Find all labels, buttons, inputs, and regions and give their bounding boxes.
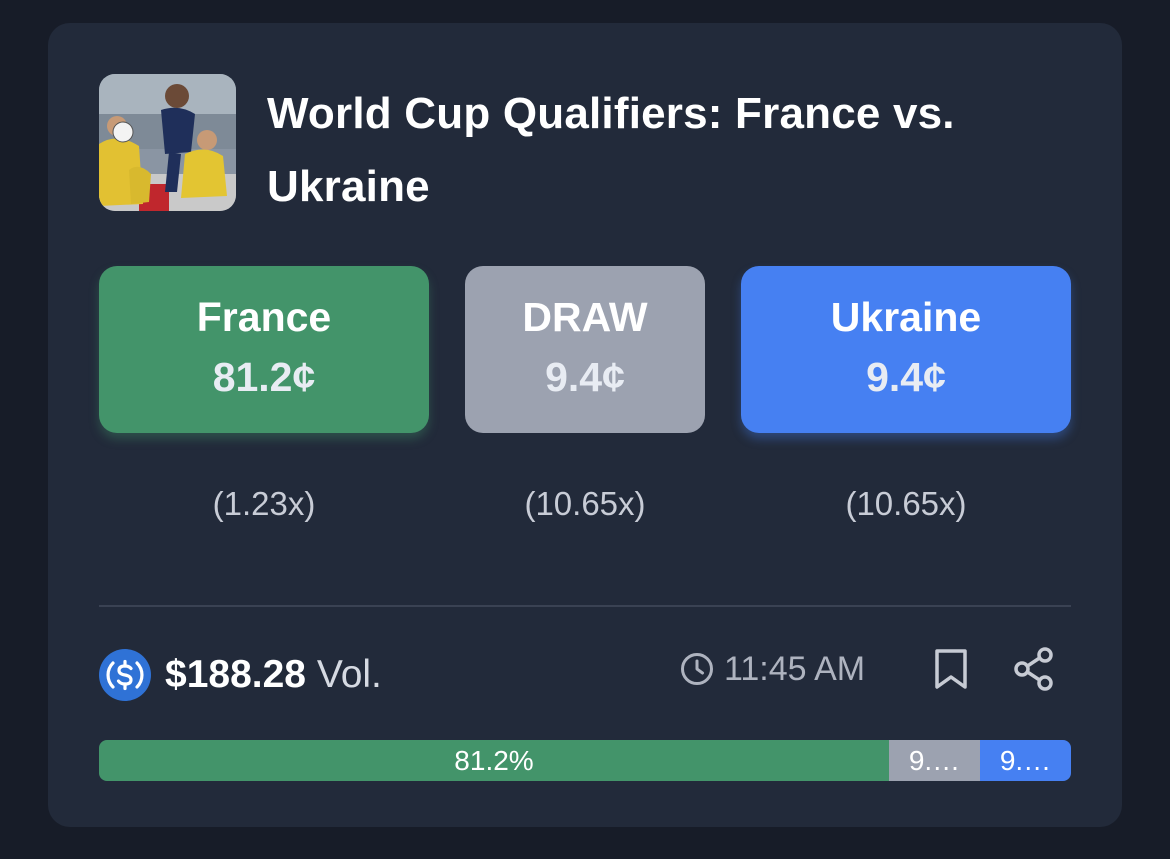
outcome-button-draw[interactable]: DRAW 9.4¢ xyxy=(465,266,705,433)
usdc-icon xyxy=(99,649,151,701)
multiplier-ukraine: (10.65x) xyxy=(845,485,967,522)
market-card[interactable]: World Cup Qualifiers: France vs. Ukraine… xyxy=(48,23,1122,827)
bookmark-icon[interactable] xyxy=(927,645,975,693)
clock-icon xyxy=(681,653,713,685)
market-title[interactable]: World Cup Qualifiers: France vs. Ukraine xyxy=(267,77,1077,223)
multiplier-france: (1.23x) xyxy=(212,485,316,522)
volume: $188.28 Vol. xyxy=(165,651,382,699)
outcome-button-ukraine[interactable]: Ukraine 9.4¢ xyxy=(741,266,1071,433)
share-icon[interactable] xyxy=(1011,645,1059,693)
outcome-price: 81.2¢ xyxy=(212,354,316,400)
probability-segment-draw: 9.… xyxy=(889,740,980,781)
outcome-price: 9.4¢ xyxy=(866,354,946,400)
time-text: 11:45 AM xyxy=(724,650,866,688)
outcome-name: Ukraine xyxy=(830,294,982,340)
probability-segment-ukraine: 9.… xyxy=(980,740,1071,781)
outcome-button-france[interactable]: France 81.2¢ xyxy=(99,266,429,433)
probability-segment-france: 81.2% xyxy=(99,740,889,781)
multiplier-draw: (10.65x) xyxy=(524,485,646,522)
close-time: 11:45 AM xyxy=(680,647,865,691)
probability-bar: 81.2% 9.… 9.… xyxy=(99,740,1071,781)
outcome-name: DRAW xyxy=(522,294,648,340)
outcome-price: 9.4¢ xyxy=(545,354,625,400)
divider xyxy=(99,605,1071,607)
volume-label: Vol. xyxy=(316,653,382,696)
outcome-name: France xyxy=(196,294,332,340)
match-thumbnail xyxy=(99,74,236,211)
volume-amount: $188.28 xyxy=(165,653,306,696)
